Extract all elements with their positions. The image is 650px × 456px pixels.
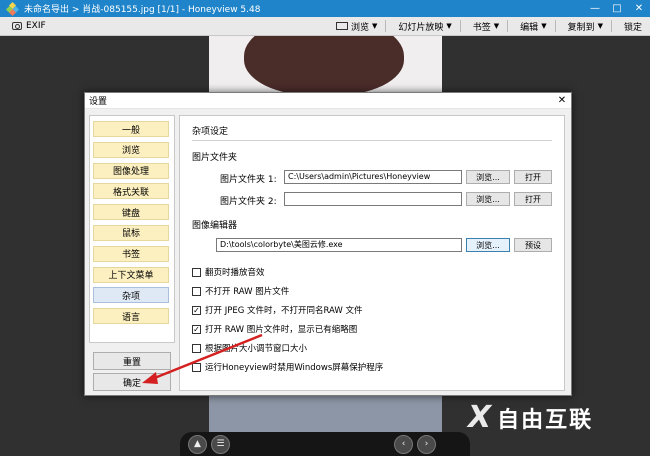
slideshow-menu-label: 幻灯片放映 [398, 22, 444, 33]
image-folders-title: 图片文件夹 [192, 153, 238, 163]
checkbox-resize-window-label: 根据图片大小调节窗口大小 [205, 344, 308, 354]
checkbox-page-sound-box[interactable] [192, 267, 201, 277]
bookmark-menu[interactable]: 书签 ▼ [473, 20, 499, 33]
checkbox-disable-screensaver-label: 运行Honeyview时禁用Windows屏幕保护程序 [205, 363, 384, 373]
browse-menu-label: 浏览 [350, 22, 369, 33]
close-icon[interactable]: ✕ [553, 95, 571, 106]
category-general[interactable]: 一般 [93, 121, 169, 137]
toolbar-divider [507, 20, 509, 32]
window-titlebar: 未命名导出 > 肖战-085155.jpg [1/1] - Honeyview … [0, 0, 650, 17]
category-browse[interactable]: 浏览 [93, 141, 169, 158]
photo-hair-region [244, 36, 404, 96]
checkbox-resize-window[interactable]: 根据图片大小调节窗口大小 [192, 342, 307, 354]
category-file-association[interactable]: 格式关联 [93, 183, 169, 200]
chevron-down-icon: ▼ [446, 22, 452, 30]
navigation-bar: ▲ ☰ ‹ › [180, 432, 470, 456]
slideshow-menu[interactable]: 幻灯片放映 ▼ [398, 20, 451, 33]
edit-menu[interactable]: 编辑 ▼ [520, 20, 546, 33]
folder2-browse-button[interactable]: 浏览... [466, 192, 510, 206]
category-list: 一般 浏览 图像处理 格式关联 键盘 鼠标 书签 上下文菜单 杂项 语言 [89, 115, 175, 343]
watermark-logo-icon: X [468, 400, 492, 435]
category-mouse[interactable]: 鼠标 [93, 224, 169, 241]
category-bookmarks[interactable]: 书签 [93, 245, 169, 262]
exif-button[interactable]: EXIF [12, 21, 46, 31]
exif-label: EXIF [26, 21, 46, 31]
folder2-open-button[interactable]: 打开 [514, 192, 552, 206]
folder1-label: 图片文件夹 1: [220, 175, 277, 185]
checkbox-jpeg-skip-raw-label: 打开 JPEG 文件时，不打开同名RAW 文件 [205, 306, 363, 316]
checkbox-no-raw-label: 不打开 RAW 图片文件 [205, 287, 290, 297]
menu-icon[interactable]: ☰ [211, 434, 230, 454]
eject-icon[interactable]: ▲ [188, 434, 207, 454]
divider [192, 140, 552, 141]
toolbar-divider [459, 20, 461, 32]
checkbox-jpeg-skip-raw-box[interactable]: ✓ [192, 305, 201, 315]
settings-content: 杂项设定 图片文件夹 图片文件夹 1: C:\Users\admin\Pictu… [179, 115, 565, 391]
checkbox-raw-thumbnail-box[interactable]: ✓ [192, 324, 201, 334]
honeyview-app-icon [5, 1, 20, 16]
copy-to-menu-label: 复制到 [567, 22, 595, 33]
chevron-down-icon: ▼ [597, 22, 603, 30]
browse-icon [335, 22, 348, 30]
checkbox-page-sound-label: 翻页时播放音效 [205, 268, 265, 278]
editor-browse-button[interactable]: 浏览... [466, 238, 510, 252]
folder1-browse-button[interactable]: 浏览... [466, 170, 510, 184]
watermark-text: 自由互联 [497, 407, 594, 433]
category-language[interactable]: 语言 [93, 308, 169, 325]
reset-button[interactable]: 重置 [93, 352, 171, 370]
editor-path-input[interactable]: D:\tools\colorbyte\美图云修.exe [216, 238, 462, 252]
category-misc[interactable]: 杂项 [93, 287, 169, 304]
chevron-down-icon: ▼ [541, 22, 547, 30]
checkbox-disable-screensaver-box[interactable] [192, 362, 201, 372]
next-icon[interactable]: › [417, 434, 436, 454]
toolbar-divider [610, 20, 612, 32]
checkbox-resize-window-box[interactable] [192, 343, 201, 353]
checkbox-jpeg-skip-raw[interactable]: ✓ 打开 JPEG 文件时，不打开同名RAW 文件 [192, 304, 363, 316]
ok-button[interactable]: 确定 [93, 373, 171, 391]
watermark: X 自由互联 [468, 400, 593, 435]
maximize-icon[interactable]: □ [606, 0, 628, 17]
previous-icon[interactable]: ‹ [394, 434, 413, 454]
chevron-down-icon: ▼ [493, 22, 500, 30]
close-icon[interactable]: ✕ [628, 0, 650, 17]
checkbox-no-raw[interactable]: 不打开 RAW 图片文件 [192, 285, 289, 297]
category-context-menu[interactable]: 上下文菜单 [93, 266, 169, 283]
image-editor-title: 图像编辑器 [192, 221, 238, 231]
folder2-path-input[interactable] [284, 192, 462, 206]
section-header: 杂项设定 [192, 127, 229, 137]
lock-label: 锁定 [623, 22, 642, 33]
category-keyboard[interactable]: 键盘 [93, 204, 169, 221]
chevron-down-icon: ▼ [371, 22, 378, 30]
minimize-icon[interactable]: — [584, 0, 606, 17]
lock-button[interactable]: 锁定 [624, 20, 642, 33]
category-image-processing[interactable]: 图像处理 [93, 162, 169, 179]
camera-icon [12, 22, 22, 30]
checkbox-raw-thumbnail-label: 打开 RAW 图片文件时，显示已有缩略图 [205, 325, 358, 335]
folder2-label: 图片文件夹 2: [220, 197, 277, 207]
toolbar: EXIF 浏览 ▼ 幻灯片放映 ▼ 书签 ▼ 编辑 ▼ 复制到 ▼ 锁定 [0, 17, 650, 36]
toolbar-divider [385, 20, 387, 32]
bookmark-menu-label: 书签 [472, 22, 491, 33]
dialog-titlebar: 设置 ✕ [85, 93, 571, 109]
editor-preset-button[interactable]: 预设 [514, 238, 552, 252]
copy-to-menu[interactable]: 复制到 ▼ [568, 20, 603, 33]
settings-sidebar: 一般 浏览 图像处理 格式关联 键盘 鼠标 书签 上下文菜单 杂项 语言 重置 … [89, 115, 175, 391]
checkbox-page-sound[interactable]: 翻页时播放音效 [192, 266, 265, 278]
checkbox-no-raw-box[interactable] [192, 286, 201, 296]
folder1-open-button[interactable]: 打开 [514, 170, 552, 184]
toolbar-divider [554, 20, 556, 32]
checkbox-raw-thumbnail[interactable]: ✓ 打开 RAW 图片文件时，显示已有缩略图 [192, 323, 357, 335]
checkbox-disable-screensaver[interactable]: 运行Honeyview时禁用Windows屏幕保护程序 [192, 361, 383, 373]
window-title: 未命名导出 > 肖战-085155.jpg [1/1] - Honeyview … [24, 5, 261, 15]
edit-menu-label: 编辑 [520, 22, 539, 33]
browse-menu[interactable]: 浏览 ▼ [335, 20, 378, 33]
dialog-title: 设置 [89, 97, 108, 107]
folder1-path-input[interactable]: C:\Users\admin\Pictures\Honeyview [284, 170, 462, 184]
settings-dialog: 设置 ✕ 一般 浏览 图像处理 格式关联 键盘 鼠标 书签 上下文菜单 杂项 语… [84, 92, 572, 396]
